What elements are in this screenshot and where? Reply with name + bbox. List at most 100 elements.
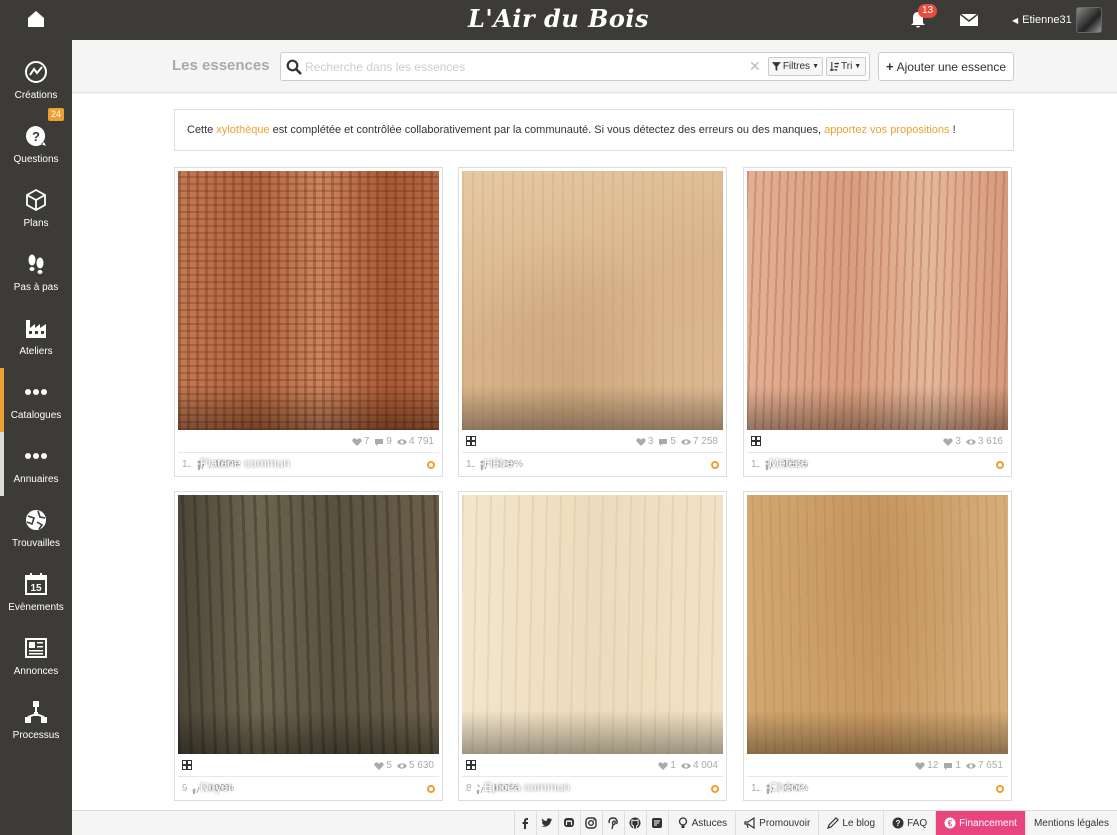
- essence-name-label: Noyer: [200, 780, 233, 794]
- mastodon-icon[interactable]: [557, 811, 580, 835]
- wood-texture-image[interactable]: [747, 171, 1008, 430]
- sidebar-item-creations[interactable]: Créations: [0, 48, 72, 112]
- sidebar-item-questions[interactable]: ? Questions: [0, 112, 72, 176]
- grid-icon[interactable]: [466, 760, 476, 770]
- pen-icon: [827, 817, 840, 829]
- caret-left-icon: ◀: [1012, 15, 1019, 25]
- essence-name-label: Hêtre: [484, 456, 514, 470]
- conifer-tree-icon: [755, 456, 765, 470]
- sidebar-item-annuaires[interactable]: Annuaires: [0, 432, 76, 496]
- instagram-icon[interactable]: [579, 811, 602, 835]
- footer-link-label: Astuces: [691, 817, 728, 829]
- svg-text:?: ?: [32, 129, 40, 144]
- heart-icon: [915, 761, 925, 770]
- sidebar-item-pas-a-pas[interactable]: Pas à pas: [0, 240, 72, 304]
- footer-link-financement[interactable]: € Financement: [935, 811, 1025, 835]
- essence-card[interactable]: Noyer 5 5 630 9 100%: [174, 491, 443, 801]
- footer-links: Astuces Promouvoir Le blog ? FAQ € Finance…: [513, 811, 1117, 835]
- essence-name-label: Mélèze: [769, 456, 808, 470]
- messages-button[interactable]: [959, 12, 979, 28]
- essence-card[interactable]: Hêtre 3 5 7 258 11 100%: [458, 167, 727, 477]
- card-stats: 1 4 004: [658, 760, 718, 771]
- deciduous-tree-icon: [186, 780, 196, 794]
- pinterest-icon[interactable]: [601, 811, 624, 835]
- views-stat: 7 651: [965, 760, 1003, 771]
- sidebar-item-plans[interactable]: Plans: [0, 176, 72, 240]
- status-dot: [711, 461, 719, 469]
- globe-icon: [26, 510, 46, 530]
- essence-card[interactable]: Epicéa commun 1 4 004 8 100%: [458, 491, 727, 801]
- essence-card[interactable]: Chêne1217 65112100%: [743, 491, 1012, 801]
- caret-down-icon: ▼: [812, 63, 819, 70]
- wood-texture-image[interactable]: [462, 171, 723, 430]
- twitter-icon[interactable]: [535, 811, 558, 835]
- clear-search-icon[interactable]: ✕: [749, 58, 761, 75]
- grid-icon[interactable]: [182, 760, 192, 770]
- github-icon[interactable]: [623, 811, 646, 835]
- filters-button[interactable]: Filtres ▼: [768, 57, 823, 76]
- footer-link-blog[interactable]: Le blog: [818, 811, 883, 835]
- add-essence-button[interactable]: + Ajouter une essence: [878, 52, 1014, 81]
- workflow-icon: [25, 701, 47, 723]
- sidebar-item-label: Trouvailles: [12, 538, 60, 549]
- essence-name[interactable]: Hêtre: [469, 456, 513, 470]
- card-divider: [178, 452, 439, 453]
- user-menu[interactable]: ◀ Etienne31: [1012, 6, 1102, 34]
- essence-card[interactable]: Platane commun794 79113100%: [174, 167, 443, 477]
- footer-link-faq[interactable]: ? FAQ: [883, 811, 935, 835]
- footer-link-astuces[interactable]: Astuces: [667, 811, 736, 835]
- toolbar: Les essences ✕ Filtres ▼ Tri ▼ + Ajouter…: [72, 40, 1117, 93]
- sidebar-item-annonces[interactable]: Annonces: [0, 624, 72, 688]
- eye-icon: [680, 438, 691, 445]
- wood-texture-image[interactable]: [747, 495, 1008, 754]
- filters-label: Filtres: [782, 61, 811, 72]
- essence-name[interactable]: Chêne: [754, 780, 804, 794]
- plus-icon: +: [886, 59, 894, 74]
- home-icon[interactable]: [26, 10, 46, 28]
- sort-button[interactable]: Tri ▼: [826, 57, 866, 76]
- views-stat: 7 258: [680, 436, 718, 447]
- wood-texture-image[interactable]: [462, 495, 723, 754]
- search-box: ✕ Filtres ▼ Tri ▼: [280, 52, 870, 81]
- heart-icon: [658, 761, 669, 770]
- sidebar-item-evenements[interactable]: 15 Evènements: [0, 560, 72, 624]
- site-logo[interactable]: L'Air du Bois: [468, 4, 649, 33]
- eye-icon: [965, 438, 976, 445]
- grid-icon[interactable]: [466, 436, 476, 446]
- creations-icon: [25, 61, 47, 83]
- sidebar-item-processus[interactable]: Processus: [0, 688, 72, 752]
- notifications-button[interactable]: 13: [908, 4, 938, 32]
- avatar: [1075, 7, 1102, 33]
- sidebar-item-catalogues[interactable]: Catalogues: [0, 368, 76, 432]
- sidebar-item-label: Créations: [14, 90, 58, 101]
- wood-texture-image[interactable]: [178, 495, 439, 754]
- sidebar-item-label: Ateliers: [19, 346, 53, 357]
- search-icon[interactable]: [286, 59, 302, 75]
- bulb-icon: [678, 817, 687, 828]
- sidebar-item-label: Evènements: [8, 602, 64, 613]
- conifer-tree-icon: [470, 780, 480, 794]
- svg-text:?: ?: [896, 819, 901, 828]
- dots-icon: [25, 453, 47, 459]
- sidebar-item-trouvailles[interactable]: Trouvailles: [0, 496, 72, 560]
- megaphone-icon: [744, 817, 755, 829]
- status-dot: [427, 785, 435, 793]
- footer-link-promouvoir[interactable]: Promouvoir: [735, 811, 818, 835]
- essence-card[interactable]: Mélèze33 61611100%: [743, 167, 1012, 477]
- footer-link-mentions[interactable]: Mentions légales: [1024, 811, 1117, 835]
- facebook-icon[interactable]: [513, 811, 536, 835]
- card-divider: [178, 776, 439, 777]
- sidebar-item-ateliers[interactable]: Ateliers: [0, 304, 72, 368]
- essence-name[interactable]: Noyer: [185, 780, 232, 794]
- info-text: est complétée et contrôlée collaborative…: [269, 124, 825, 136]
- grid-icon[interactable]: [751, 436, 761, 446]
- essence-name[interactable]: Epicéa commun: [469, 780, 570, 794]
- search-input[interactable]: [305, 57, 755, 77]
- propositions-link[interactable]: apportez vos propositions: [824, 124, 949, 136]
- eye-icon: [965, 762, 976, 769]
- blog-icon[interactable]: [645, 811, 668, 835]
- wood-texture-image[interactable]: [178, 171, 439, 430]
- essence-name[interactable]: Mélèze: [754, 456, 808, 470]
- essence-name[interactable]: Platane commun: [185, 456, 290, 470]
- xylotheque-link[interactable]: xylothèque: [216, 124, 269, 136]
